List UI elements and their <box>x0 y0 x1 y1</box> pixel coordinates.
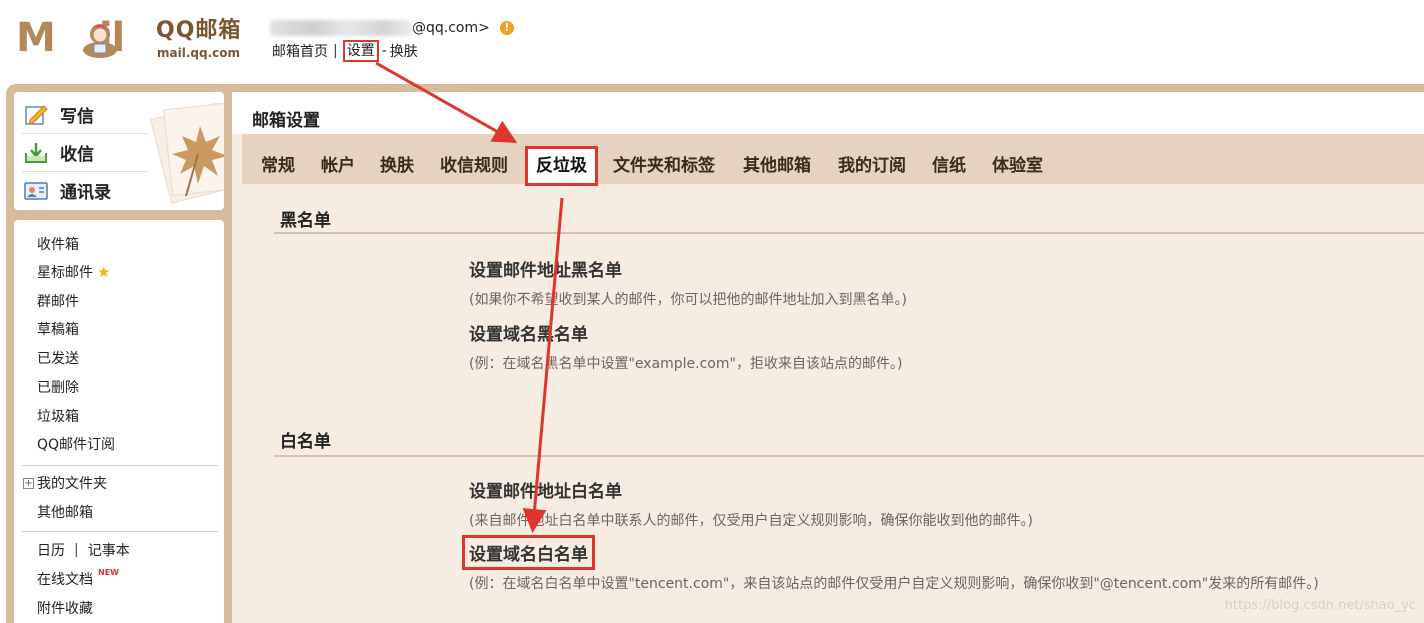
folder-starred[interactable]: 星标邮件 ★ <box>37 262 110 282</box>
tab-other-mailboxes[interactable]: 其他邮箱 <box>743 155 811 177</box>
blacklist-section-title: 黑名单 <box>280 211 331 231</box>
folder-qq-subscriptions[interactable]: QQ邮件订阅 <box>37 434 115 454</box>
tab-my-subscriptions[interactable]: 我的订阅 <box>838 155 906 177</box>
nav-separator: - <box>381 43 387 59</box>
online-docs-link[interactable]: 在线文档 NEW <box>37 567 119 589</box>
warning-icon[interactable]: ! <box>499 21 514 35</box>
whitelist-address-link[interactable]: 设置邮件地址白名单 <box>469 477 622 502</box>
settings-header: 邮箱设置 <box>232 92 1424 134</box>
receive-icon <box>25 142 47 163</box>
new-badge: NEW <box>98 567 119 577</box>
section-divider <box>274 455 1424 457</box>
blacklist-address-link[interactable]: 设置邮件地址黑名单 <box>469 256 622 281</box>
folder-label: 收件箱 <box>37 237 79 253</box>
divider <box>22 465 218 466</box>
folder-label: 星标邮件 <box>37 265 93 281</box>
compose-button[interactable]: 写信 <box>24 102 94 127</box>
blacklist-domain-link[interactable]: 设置域名黑名单 <box>469 320 588 345</box>
tab-account[interactable]: 帐户 <box>321 155 355 177</box>
tab-general[interactable]: 常规 <box>261 155 295 177</box>
redacted-account-name <box>270 20 412 36</box>
divider <box>22 531 218 532</box>
folder-label: 我的文件夹 <box>37 476 107 492</box>
tab-anti-spam[interactable]: 反垃圾 <box>525 146 598 186</box>
whitelist-domain-link[interactable]: 设置域名白名单 <box>462 535 595 570</box>
tab-stationery[interactable]: 信纸 <box>932 155 966 177</box>
logo-domain: mail.qq.com <box>157 46 240 60</box>
blacklist-domain-desc: (例：在域名黑名单中设置"example.com"，拒收来自该站点的邮件。) <box>469 356 903 372</box>
settings-panel: 邮箱设置 常规 帐户 换肤 收信规则 反垃圾 文件夹和标签 其他邮箱 我的订阅 … <box>232 92 1424 623</box>
folder-label: 已发送 <box>37 351 79 367</box>
folder-label: QQ邮件订阅 <box>37 437 116 453</box>
tab-receive-rules[interactable]: 收信规则 <box>440 155 508 177</box>
receive-label: 收信 <box>60 145 94 165</box>
tab-folders-labels[interactable]: 文件夹和标签 <box>613 155 715 177</box>
settings-tabs: 常规 帐户 换肤 收信规则 反垃圾 文件夹和标签 其他邮箱 我的订阅 信纸 体验… <box>242 134 1424 186</box>
qq-mail-logo[interactable]: Mil QQ邮箱 mail.qq.com <box>16 14 248 64</box>
contacts-icon <box>24 181 48 200</box>
folder-label: 其他邮箱 <box>37 505 93 521</box>
watermark: https://blog.csdn.net/shao_yc <box>1224 598 1416 613</box>
whitelist-address-desc: (来自邮件地址白名单中联系人的邮件，仅受用户自定义规则影响，确保你能收到他的邮件… <box>469 513 1033 529</box>
folder-label: 垃圾箱 <box>37 409 79 425</box>
tools-separator: | <box>74 542 79 558</box>
folder-label: 附件收藏 <box>37 601 93 617</box>
mascot-icon <box>83 24 117 58</box>
folder-list: 收件箱 星标邮件 ★ 群邮件 草稿箱 已发送 已删除 垃圾箱 QQ邮件订阅 + 我的… <box>14 220 224 623</box>
divider <box>22 171 148 172</box>
folder-label: 在线文档 <box>37 572 93 588</box>
whitelist-domain-desc: (例：在域名白名单中设置"tencent.com"，来自该站点的邮件仅受用户自定… <box>469 576 1319 592</box>
attachments-link[interactable]: 附件收藏 <box>37 598 93 618</box>
folder-inbox[interactable]: 收件箱 <box>37 234 79 254</box>
folder-spam[interactable]: 垃圾箱 <box>37 406 79 426</box>
divider <box>22 133 148 134</box>
logo-brand-name: QQ邮箱 <box>156 18 242 43</box>
folder-my-folders[interactable]: + 我的文件夹 <box>23 473 107 493</box>
account-email-suffix: @qq.com> <box>412 20 490 36</box>
compose-label: 写信 <box>60 107 94 127</box>
account-info: @qq.com> ! <box>270 18 514 38</box>
folder-sent[interactable]: 已发送 <box>37 348 79 368</box>
nav-settings-link[interactable]: 设置 <box>342 40 379 62</box>
receive-button[interactable]: 收信 <box>24 140 94 165</box>
section-divider <box>274 232 1424 234</box>
nav-skin-link[interactable]: 换肤 <box>390 41 418 61</box>
folder-label: 草稿箱 <box>37 322 79 338</box>
star-icon: ★ <box>97 263 111 281</box>
tools-row: 日历 | 记事本 <box>37 540 130 560</box>
folder-group-mail[interactable]: 群邮件 <box>37 291 79 311</box>
calendar-link[interactable]: 日历 <box>37 540 65 560</box>
tab-lab[interactable]: 体验室 <box>992 155 1043 177</box>
folder-deleted[interactable]: 已删除 <box>37 377 79 397</box>
blacklist-address-desc: (如果你不希望收到某人的邮件，你可以把他的邮件地址加入到黑名单。) <box>469 292 907 308</box>
nav-mail-home-link[interactable]: 邮箱首页 <box>272 41 328 61</box>
contacts-button[interactable]: 通讯录 <box>24 178 111 203</box>
folder-label: 群邮件 <box>37 294 79 310</box>
compose-icon <box>25 104 48 125</box>
maple-leaf-decoration <box>150 102 224 204</box>
tab-skin[interactable]: 换肤 <box>380 155 414 177</box>
page-title: 邮箱设置 <box>252 111 320 131</box>
top-nav: 邮箱首页 | 设置 - 换肤 <box>272 40 418 62</box>
folder-other-mailboxes[interactable]: 其他邮箱 <box>37 502 93 522</box>
contacts-label: 通讯录 <box>60 183 111 203</box>
folder-label: 已删除 <box>37 380 79 396</box>
whitelist-section-title: 白名单 <box>280 432 331 452</box>
expand-plus-icon[interactable]: + <box>23 477 34 489</box>
nav-separator: | <box>333 43 338 59</box>
quick-actions-panel: 写信 收信 通讯录 <box>14 92 224 210</box>
folder-drafts[interactable]: 草稿箱 <box>37 319 79 339</box>
notebook-link[interactable]: 记事本 <box>88 540 130 560</box>
